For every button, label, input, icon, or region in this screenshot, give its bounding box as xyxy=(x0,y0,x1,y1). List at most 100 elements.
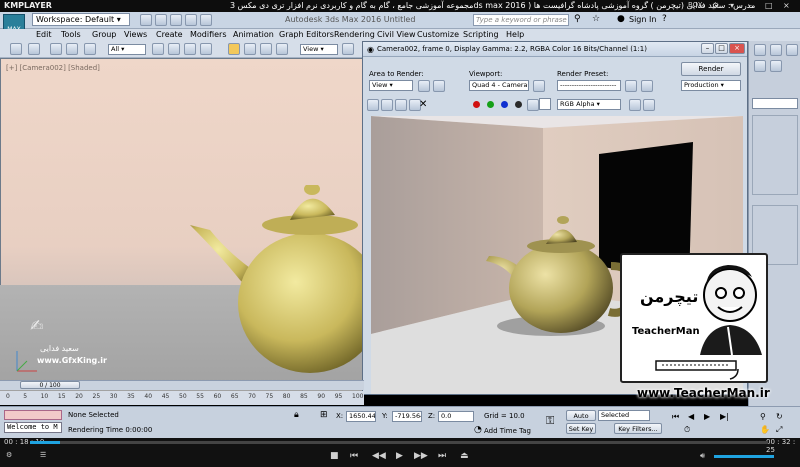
move-icon[interactable] xyxy=(228,43,240,55)
star-icon[interactable]: ☆ xyxy=(592,14,600,24)
edit-region-icon[interactable] xyxy=(418,80,430,92)
open-file-icon[interactable] xyxy=(155,14,167,26)
menu-create[interactable]: Create xyxy=(156,30,183,39)
player-settings-icon[interactable]: ⚙ xyxy=(6,451,12,459)
green-channel-icon[interactable] xyxy=(487,101,494,108)
key-icon[interactable]: ⚿ xyxy=(546,414,554,428)
teapot-viewport[interactable] xyxy=(160,185,370,385)
production-dropdown[interactable]: Production ▾ xyxy=(681,80,741,91)
maxscript-mini-listener-top[interactable] xyxy=(4,410,62,420)
pin-icon[interactable]: ⚙ xyxy=(712,1,719,10)
link-icon[interactable] xyxy=(50,43,62,55)
next-frame-icon[interactable]: ▶| xyxy=(720,412,729,421)
player-menu-icon[interactable]: ▾ xyxy=(730,1,734,10)
prev-frame-icon[interactable]: ◀ xyxy=(688,412,694,421)
player-close-icon[interactable]: × xyxy=(783,1,790,10)
menu-animation[interactable]: Animation xyxy=(233,30,274,39)
stop-icon[interactable]: ■ xyxy=(330,451,339,461)
menu-scripting[interactable]: Scripting xyxy=(463,30,499,39)
menu-views[interactable]: Views xyxy=(124,30,147,39)
environment-icon[interactable] xyxy=(641,80,653,92)
save-file-icon[interactable] xyxy=(170,14,182,26)
redo-toolbar-icon[interactable] xyxy=(28,43,40,55)
box-label[interactable]: BOX xyxy=(688,1,703,9)
display-tab-icon[interactable] xyxy=(770,60,782,72)
toggle-ui-icon[interactable] xyxy=(643,99,655,111)
playlist-icon[interactable]: ☰ xyxy=(40,451,46,459)
prev-icon[interactable]: ⏮ xyxy=(350,451,358,461)
absolute-mode-icon[interactable]: ⊞ xyxy=(320,410,328,420)
red-channel-icon[interactable] xyxy=(473,101,480,108)
menu-help[interactable]: Help xyxy=(506,30,524,39)
alpha-channel-icon[interactable] xyxy=(515,101,522,108)
rewind-icon[interactable]: ◀◀ xyxy=(372,451,386,461)
play-animation-icon[interactable]: ▶ xyxy=(704,412,710,421)
key-filters-button[interactable]: Key Filters... xyxy=(614,423,662,434)
help-icon[interactable]: ? xyxy=(662,14,667,24)
unlink-icon[interactable] xyxy=(66,43,78,55)
add-time-tag[interactable]: Add Time Tag xyxy=(484,427,531,435)
undo-icon[interactable] xyxy=(185,14,197,26)
rect-selection-icon[interactable] xyxy=(184,43,196,55)
hierarchy-tab-icon[interactable] xyxy=(786,44,798,56)
volume-icon[interactable]: 🔊︎ xyxy=(700,451,705,461)
render-maximize-button[interactable]: □ xyxy=(715,43,728,54)
window-crossing-icon[interactable] xyxy=(200,43,212,55)
redo-icon[interactable] xyxy=(200,14,212,26)
motion-tab-icon[interactable] xyxy=(754,60,766,72)
new-file-icon[interactable] xyxy=(140,14,152,26)
sign-in-button[interactable]: Sign In xyxy=(629,15,656,24)
undo-toolbar-icon[interactable] xyxy=(10,43,22,55)
blue-channel-icon[interactable] xyxy=(501,101,508,108)
binoculars-icon[interactable]: ⚲ xyxy=(574,14,581,24)
render-preset-dropdown[interactable]: ------------------------ xyxy=(557,80,621,91)
area-to-render-dropdown[interactable]: View ▾ xyxy=(369,80,413,91)
menu-graph-editors[interactable]: Graph Editors xyxy=(279,30,334,39)
pivot-icon[interactable] xyxy=(342,43,354,55)
monochrome-icon[interactable] xyxy=(527,99,539,111)
time-slider-thumb[interactable]: 0 / 100 xyxy=(20,381,80,389)
forward-icon[interactable]: ▶▶ xyxy=(414,451,428,461)
toggle-ui-overlay-icon[interactable] xyxy=(629,99,641,111)
lock-viewport-icon[interactable] xyxy=(533,80,545,92)
seek-bar[interactable] xyxy=(30,441,768,444)
zoom-icon[interactable]: ⚲ xyxy=(760,412,766,421)
y-coordinate-field[interactable]: -719.564 xyxy=(392,411,422,422)
menu-edit[interactable]: Edit xyxy=(36,30,52,39)
auto-region-icon[interactable] xyxy=(433,80,445,92)
next-icon[interactable]: ⏭ xyxy=(438,451,446,461)
menu-rendering[interactable]: Rendering xyxy=(334,30,375,39)
player-minimize-icon[interactable]: – xyxy=(748,1,752,10)
eject-icon[interactable]: ⏏ xyxy=(460,451,469,461)
copy-image-icon[interactable] xyxy=(381,99,393,111)
render-close-button[interactable]: × xyxy=(729,43,745,54)
menu-modifiers[interactable]: Modifiers xyxy=(190,30,227,39)
play-icon[interactable]: ▶ xyxy=(396,451,403,461)
place-icon[interactable] xyxy=(276,43,288,55)
select-by-name-icon[interactable] xyxy=(168,43,180,55)
select-object-icon[interactable] xyxy=(152,43,164,55)
maxscript-listener[interactable]: Welcome to M xyxy=(4,422,62,433)
search-input[interactable]: Type a keyword or phrase xyxy=(473,14,569,26)
menu-group[interactable]: Group xyxy=(92,30,116,39)
viewport-dropdown[interactable]: Quad 4 - Camera0 xyxy=(469,80,529,91)
channel-dropdown[interactable]: RGB Alpha ▾ xyxy=(557,99,621,110)
x-coordinate-field[interactable]: 1650.441 xyxy=(346,411,376,422)
menu-civil-view[interactable]: Civil View xyxy=(377,30,416,39)
reference-coord-dropdown[interactable]: View ▾ xyxy=(300,44,338,55)
menu-customize[interactable]: Customize xyxy=(417,30,459,39)
create-tab-icon[interactable] xyxy=(754,44,766,56)
orbit-icon[interactable]: ↻ xyxy=(776,412,783,421)
save-image-icon[interactable] xyxy=(367,99,379,111)
render-minimize-button[interactable]: – xyxy=(701,43,714,54)
menu-tools[interactable]: Tools xyxy=(61,30,81,39)
time-tag-icon[interactable]: ◔ xyxy=(474,425,482,435)
time-config-icon[interactable]: ⏱ xyxy=(684,425,690,435)
auto-key-button[interactable]: Auto Key xyxy=(566,410,596,430)
modify-tab-icon[interactable] xyxy=(770,44,782,56)
pan-icon[interactable]: ✋ xyxy=(760,425,770,434)
render-button[interactable]: Render xyxy=(681,62,741,76)
set-key-button[interactable]: Set Key xyxy=(566,423,596,434)
rotate-icon[interactable] xyxy=(244,43,256,55)
lock-selection-icon[interactable]: 🔒︎ xyxy=(294,410,299,420)
